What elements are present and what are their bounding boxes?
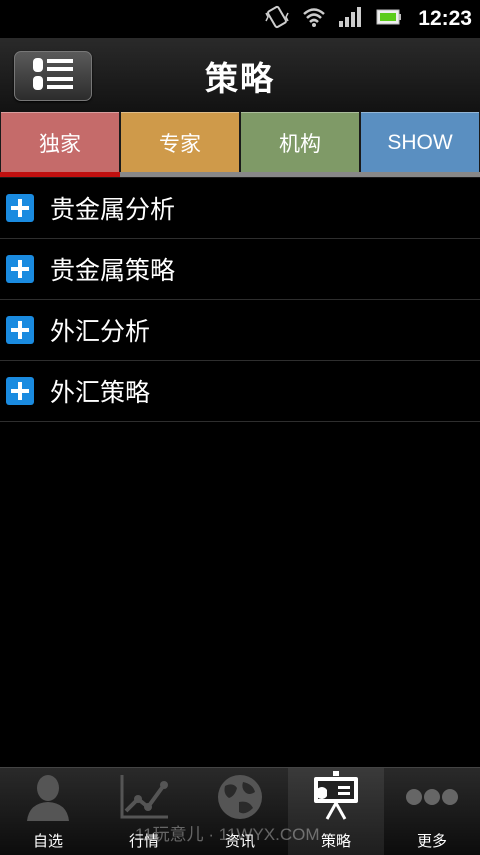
tab-show[interactable]: SHOW (361, 112, 479, 173)
status-icons: 12:23 (264, 0, 472, 38)
strategy-list: 贵金属分析 贵金属策略 外汇分析 外汇策略 (0, 178, 480, 422)
vibrate-icon (264, 5, 290, 33)
tab-expert[interactable]: 专家 (121, 112, 239, 173)
more-dots-icon (405, 768, 459, 826)
list-item[interactable]: 贵金属策略 (0, 239, 480, 300)
nav-label: 自选 (32, 832, 63, 850)
expand-plus-icon[interactable] (6, 255, 34, 283)
chart-icon (118, 768, 170, 826)
person-icon (23, 768, 73, 826)
expand-plus-icon[interactable] (6, 377, 34, 405)
expand-plus-icon[interactable] (6, 194, 34, 222)
list-item-label: 外汇分析 (50, 317, 151, 346)
list-item[interactable]: 外汇策略 (0, 361, 480, 422)
list-item[interactable]: 外汇分析 (0, 300, 480, 361)
tab-exclusive[interactable]: 独家 (1, 112, 119, 173)
globe-icon (215, 768, 265, 826)
nav-item-watchlist[interactable]: 自选 (0, 768, 96, 855)
tab-institution[interactable]: 机构 (241, 112, 359, 173)
title-bar: 策略 (0, 38, 480, 113)
list-item-label: 贵金属策略 (50, 256, 176, 285)
active-tab-indicator (0, 172, 120, 177)
nav-label: 策略 (320, 832, 351, 850)
list-item-label: 外汇策略 (50, 378, 151, 407)
presentation-board-icon (311, 768, 361, 826)
list-item-label: 贵金属分析 (50, 195, 176, 224)
watermark: 11玩意儿 · 11WYX.COM (135, 825, 320, 844)
list-item[interactable]: 贵金属分析 (0, 178, 480, 239)
category-tabs: 独家 专家 机构 SHOW (0, 112, 480, 178)
clock: 12:23 (418, 7, 472, 30)
expand-plus-icon[interactable] (6, 316, 34, 344)
nav-label: 更多 (416, 832, 447, 850)
battery-icon (376, 8, 402, 30)
signal-icon (338, 6, 364, 32)
wifi-icon (302, 6, 326, 32)
page-title: 策略 (205, 59, 275, 98)
status-bar: 12:23 (0, 0, 480, 38)
nav-item-more[interactable]: 更多 (384, 768, 480, 855)
tab-indicator-track (0, 172, 480, 177)
